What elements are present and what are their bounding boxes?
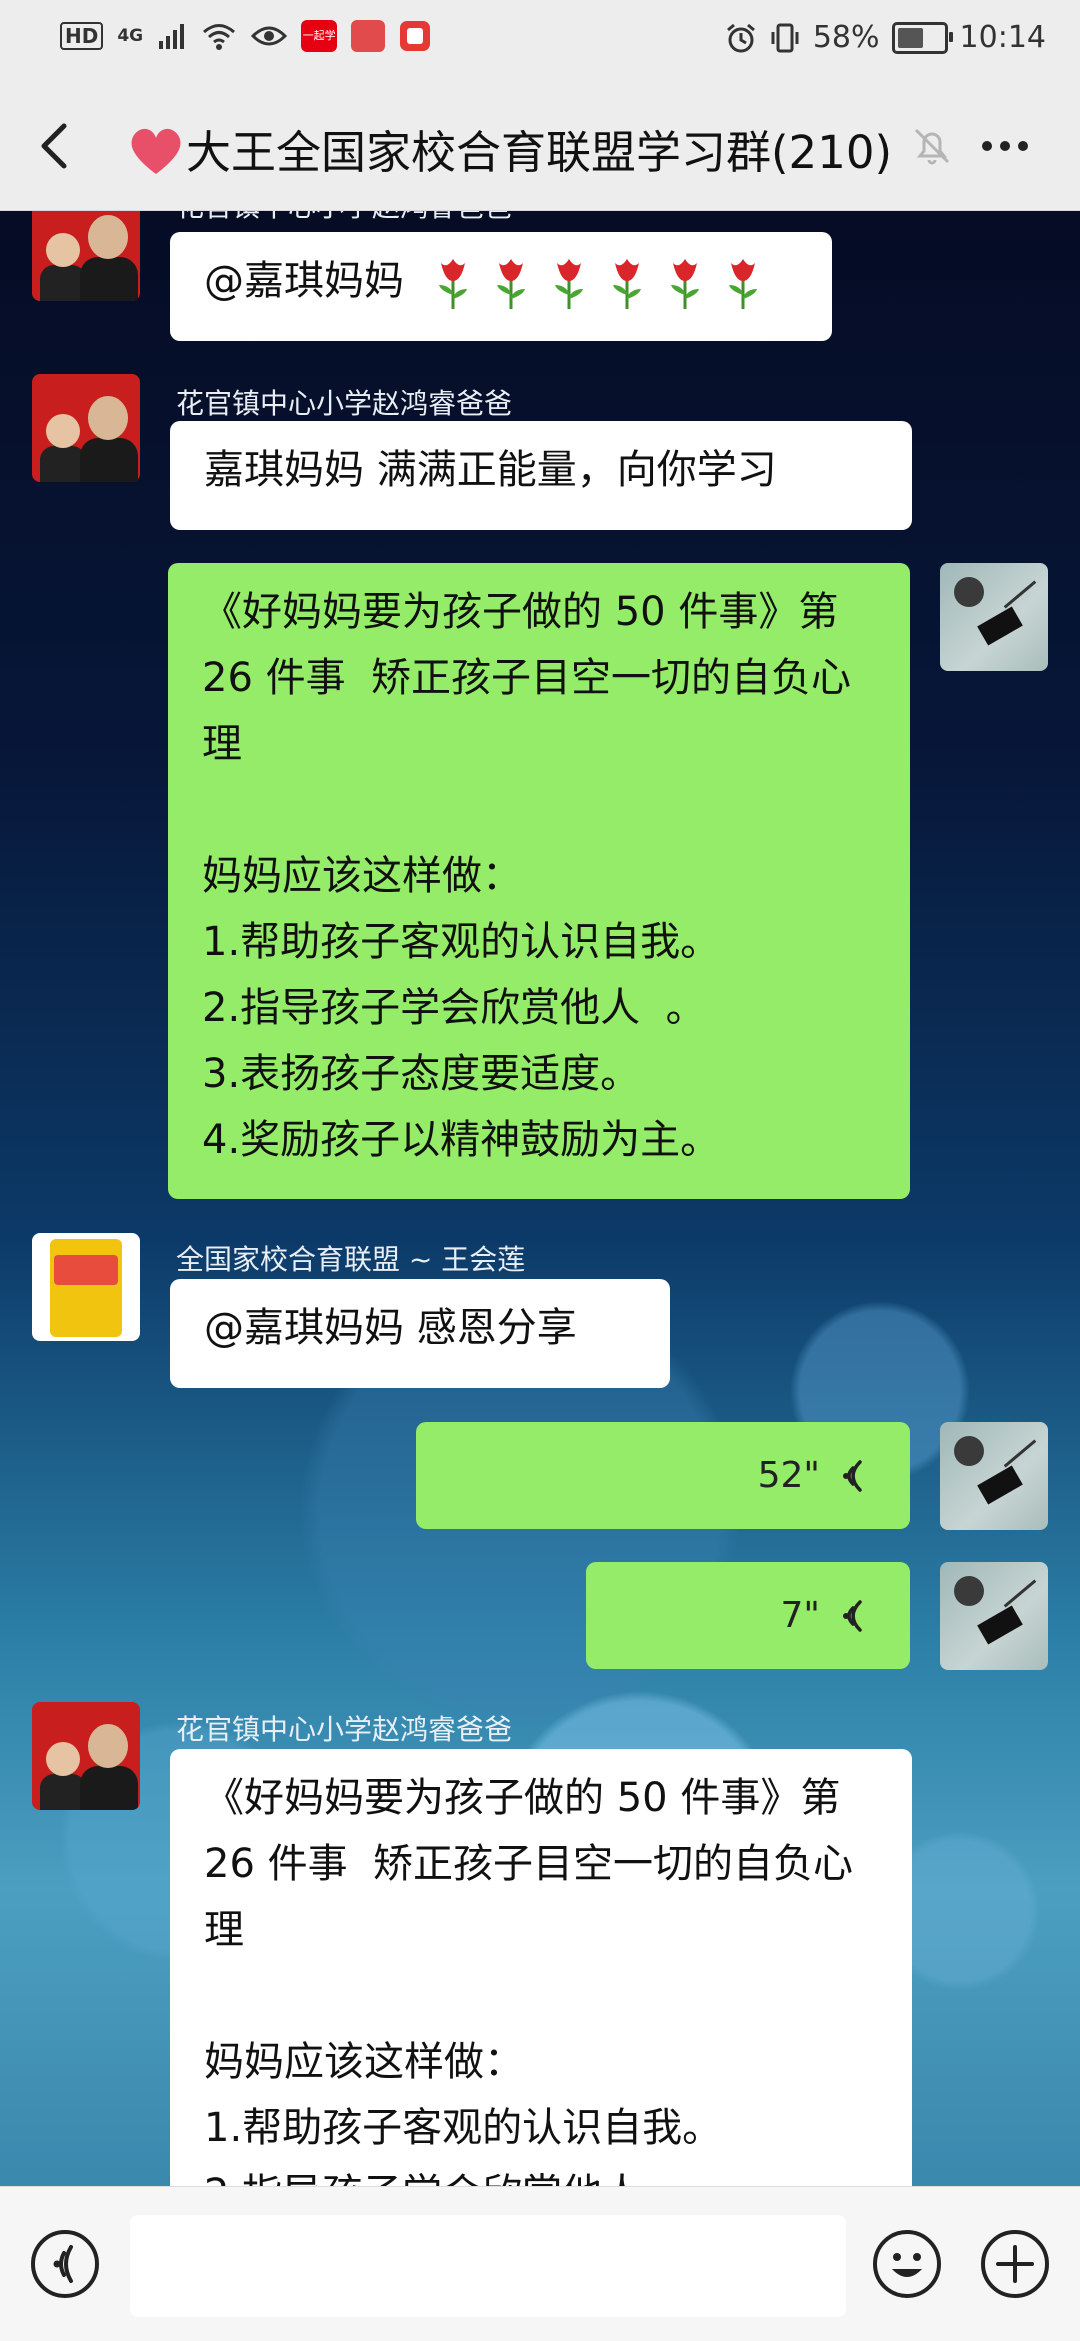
rose-icon xyxy=(612,259,641,309)
mute-bell-icon xyxy=(914,128,950,165)
message-text: 嘉琪妈妈 满满正能量，向你学习 xyxy=(204,447,777,493)
voice-duration: 52" xyxy=(757,1454,820,1496)
my-avatar[interactable] xyxy=(940,563,1048,671)
emoji-icon[interactable] xyxy=(872,2229,942,2299)
avatar[interactable] xyxy=(32,211,140,301)
message-input[interactable] xyxy=(130,2215,846,2317)
message-text: @嘉琪妈妈 感恩分享 xyxy=(204,1305,577,1351)
vibrate-icon xyxy=(771,23,799,52)
voice-message-bubble[interactable]: 7" xyxy=(586,1562,910,1669)
input-bar xyxy=(0,2186,1080,2341)
my-avatar[interactable] xyxy=(940,1422,1048,1530)
message-text: 《好妈妈要为孩子做的 50 件事》第 26 件事 矫正孩子目空一切的自负心理 妈… xyxy=(202,589,852,1163)
chat-title: 大王全国家校合育联盟学习群(210) xyxy=(128,116,892,181)
battery-percent: 58% xyxy=(812,20,880,55)
alarm-icon xyxy=(726,23,755,52)
rose-emoji-group xyxy=(431,248,779,314)
wifi-icon xyxy=(203,24,236,50)
rose-icon xyxy=(554,259,583,309)
hd-indicator: HD xyxy=(60,22,104,50)
message-text: 《好妈妈要为孩子做的 50 件事》第 26 件事 矫正孩子目空一切的自负心理 妈… xyxy=(204,1775,854,2186)
avatar[interactable] xyxy=(32,1702,140,1810)
rose-icon xyxy=(670,259,699,309)
eye-icon xyxy=(251,26,288,46)
message-text: @嘉琪妈妈 xyxy=(204,258,404,304)
sender-name: 花官镇中心小学赵鸿睿爸爸 xyxy=(176,1713,513,1746)
chat-title-bar: 大王全国家校合育联盟学习群(210) xyxy=(0,82,1080,211)
battery-icon xyxy=(891,21,953,54)
heart-icon xyxy=(131,128,181,174)
message-bubble[interactable]: @嘉琪妈妈 xyxy=(170,232,832,341)
app-notification-icon-3 xyxy=(400,21,431,51)
message-bubble[interactable]: @嘉琪妈妈 感恩分享 xyxy=(170,1279,670,1388)
add-attachment-icon[interactable] xyxy=(980,2229,1050,2299)
voice-wave-icon xyxy=(843,1599,862,1632)
app-notification-icon: 一起学 xyxy=(301,20,338,52)
app-notification-icon-2 xyxy=(351,20,386,52)
sender-name: 全国家校合育联盟 ~ 王会莲 xyxy=(176,1243,526,1276)
back-arrow-icon[interactable] xyxy=(30,116,80,176)
avatar[interactable] xyxy=(32,1233,140,1341)
chat-message-list[interactable]: 花官镇中心小学赵鸿睿爸爸 @嘉琪妈妈 花官镇中心小学赵鸿睿爸爸 嘉琪妈妈 满满正… xyxy=(0,211,1080,2186)
message-bubble[interactable]: 《好妈妈要为孩子做的 50 件事》第 26 件事 矫正孩子目空一切的自负心理 妈… xyxy=(170,1749,912,2186)
message-bubble-own[interactable]: 《好妈妈要为孩子做的 50 件事》第 26 件事 矫正孩子目空一切的自负心理 妈… xyxy=(168,563,910,1199)
avatar[interactable] xyxy=(32,374,140,482)
rose-icon xyxy=(728,259,757,309)
voice-message-bubble[interactable]: 52" xyxy=(416,1422,910,1529)
network-type: 4G xyxy=(117,26,144,46)
signal-icon xyxy=(159,24,185,49)
sender-name: 花官镇中心小学赵鸿睿爸爸 xyxy=(176,387,513,420)
more-options-icon[interactable] xyxy=(975,116,1035,176)
rose-icon xyxy=(438,259,467,309)
voice-input-icon[interactable] xyxy=(30,2229,100,2299)
sender-name: 花官镇中心小学赵鸿睿爸爸 xyxy=(176,211,512,225)
message-bubble[interactable]: 嘉琪妈妈 满满正能量，向你学习 xyxy=(170,421,912,530)
group-name: 大王全国家校合育联盟学习群(210) xyxy=(186,126,893,179)
my-avatar[interactable] xyxy=(940,1562,1048,1670)
voice-duration: 7" xyxy=(780,1594,820,1636)
clock: 10:14 xyxy=(959,20,1046,55)
status-bar: HD 4G 一起学 58% 10:14 xyxy=(0,0,1080,82)
rose-icon xyxy=(496,259,525,309)
voice-wave-icon xyxy=(843,1459,862,1492)
